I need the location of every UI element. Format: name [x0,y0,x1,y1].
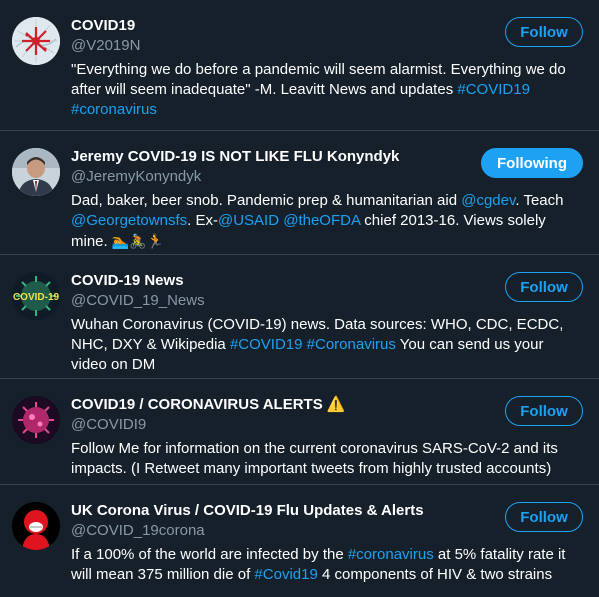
account-name[interactable]: COVID-19 News [71,271,205,290]
account-header: COVID19 / CORONAVIRUS ALERTS ⚠️ @COVIDI9… [71,389,583,434]
hashtag-link[interactable]: #COVID19 [230,336,303,353]
account-names: COVID-19 News @COVID_19_News [71,265,205,310]
account-content: Jeremy COVID-19 IS NOT LIKE FLU Konyndyk… [71,141,583,250]
account-item-covid-19corona[interactable]: UK Corona Virus / COVID-19 Flu Updates &… [0,485,599,597]
account-item-covidi9[interactable]: COVID19 / CORONAVIRUS ALERTS ⚠️ @COVIDI9… [0,379,599,485]
account-item-jeremykonyndyk[interactable]: Jeremy COVID-19 IS NOT LIKE FLU Konyndyk… [0,131,599,255]
account-content: COVID-19 News @COVID_19_News Follow Wuha… [71,265,583,373]
account-name[interactable]: COVID19 / CORONAVIRUS ALERTS ⚠️ [71,395,346,414]
account-name[interactable]: COVID19 [71,16,140,35]
account-handle[interactable]: @COVIDI9 [71,415,346,434]
bio-text: . Teach [515,192,564,209]
account-bio: "Everything we do before a pandemic will… [71,60,583,120]
follow-button[interactable]: Follow [505,17,583,47]
account-content: COVID19 / CORONAVIRUS ALERTS ⚠️ @COVIDI9… [71,389,583,479]
account-names: COVID19 / CORONAVIRUS ALERTS ⚠️ @COVIDI9 [71,389,346,434]
bio-text: Dad, baker, beer snob. Pandemic prep & h… [71,192,462,209]
account-names: Jeremy COVID-19 IS NOT LIKE FLU Konyndyk… [71,141,399,186]
account-bio: Wuhan Coronavirus (COVID-19) news. Data … [71,315,583,375]
account-bio: Dad, baker, beer snob. Pandemic prep & h… [71,191,583,252]
bio-text: . Ex- [187,212,218,229]
account-handle[interactable]: @V2019N [71,36,140,55]
account-item-covid-19-news[interactable]: COVID-19 COVID-19 News @COVID_19_News Fo… [0,255,599,379]
avatar-covidi9[interactable] [12,396,60,444]
account-header: Jeremy COVID-19 IS NOT LIKE FLU Konyndyk… [71,141,583,186]
following-button[interactable]: Following [481,148,583,178]
avatar-v2019n[interactable] [12,17,60,65]
account-names: UK Corona Virus / COVID-19 Flu Updates &… [71,495,424,540]
avatar-covid-19corona[interactable] [12,502,60,550]
mention-link[interactable]: @theOFDA [283,212,360,229]
mention-link[interactable]: @Georgetownsfs [71,212,187,229]
account-header: COVID-19 News @COVID_19_News Follow [71,265,583,310]
account-bio: Follow Me for information on the current… [71,439,583,479]
follow-button[interactable]: Follow [505,396,583,426]
hashtag-link[interactable]: #coronavirus [348,546,434,563]
account-handle[interactable]: @JeremyKonyndyk [71,167,399,186]
account-handle[interactable]: @COVID_19_News [71,291,205,310]
avatar-jeremykonyndyk[interactable] [12,148,60,196]
account-bio: If a 100% of the world are infected by t… [71,545,583,585]
account-header: UK Corona Virus / COVID-19 Flu Updates &… [71,495,583,540]
avatar-covid-label: COVID-19 [13,292,60,303]
follow-button[interactable]: Follow [505,502,583,532]
account-name[interactable]: UK Corona Virus / COVID-19 Flu Updates &… [71,501,424,520]
sport-emoji-icons: 🏊🚴🏃 [111,233,165,249]
account-content: UK Corona Virus / COVID-19 Flu Updates &… [71,495,583,589]
hashtag-link[interactable]: #COVID19 [457,81,530,98]
account-handle[interactable]: @COVID_19corona [71,521,424,540]
avatar-covid-19-news[interactable]: COVID-19 [12,272,60,320]
account-item-v2019n[interactable]: COVID19 @V2019N Follow "Everything we do… [0,0,599,131]
hashtag-link[interactable]: #Covid19 [254,566,317,583]
who-to-follow-list: COVID19 @V2019N Follow "Everything we do… [0,0,599,597]
mention-link[interactable]: @cgdev [461,192,515,209]
account-header: COVID19 @V2019N Follow [71,10,583,55]
mention-link[interactable]: @USAID [218,212,279,229]
account-names: COVID19 @V2019N [71,10,140,55]
bio-text: 4 components of HIV & two strains [317,566,553,583]
account-name[interactable]: Jeremy COVID-19 IS NOT LIKE FLU Konyndyk [71,147,399,166]
hashtag-link[interactable]: #Coronavirus [307,336,396,353]
account-content: COVID19 @V2019N Follow "Everything we do… [71,10,583,122]
bio-text: If a 100% of the world are infected by t… [71,546,348,563]
bio-text: Follow Me for information on the current… [71,440,558,477]
follow-button[interactable]: Follow [505,272,583,302]
hashtag-link[interactable]: #coronavirus [71,101,157,118]
